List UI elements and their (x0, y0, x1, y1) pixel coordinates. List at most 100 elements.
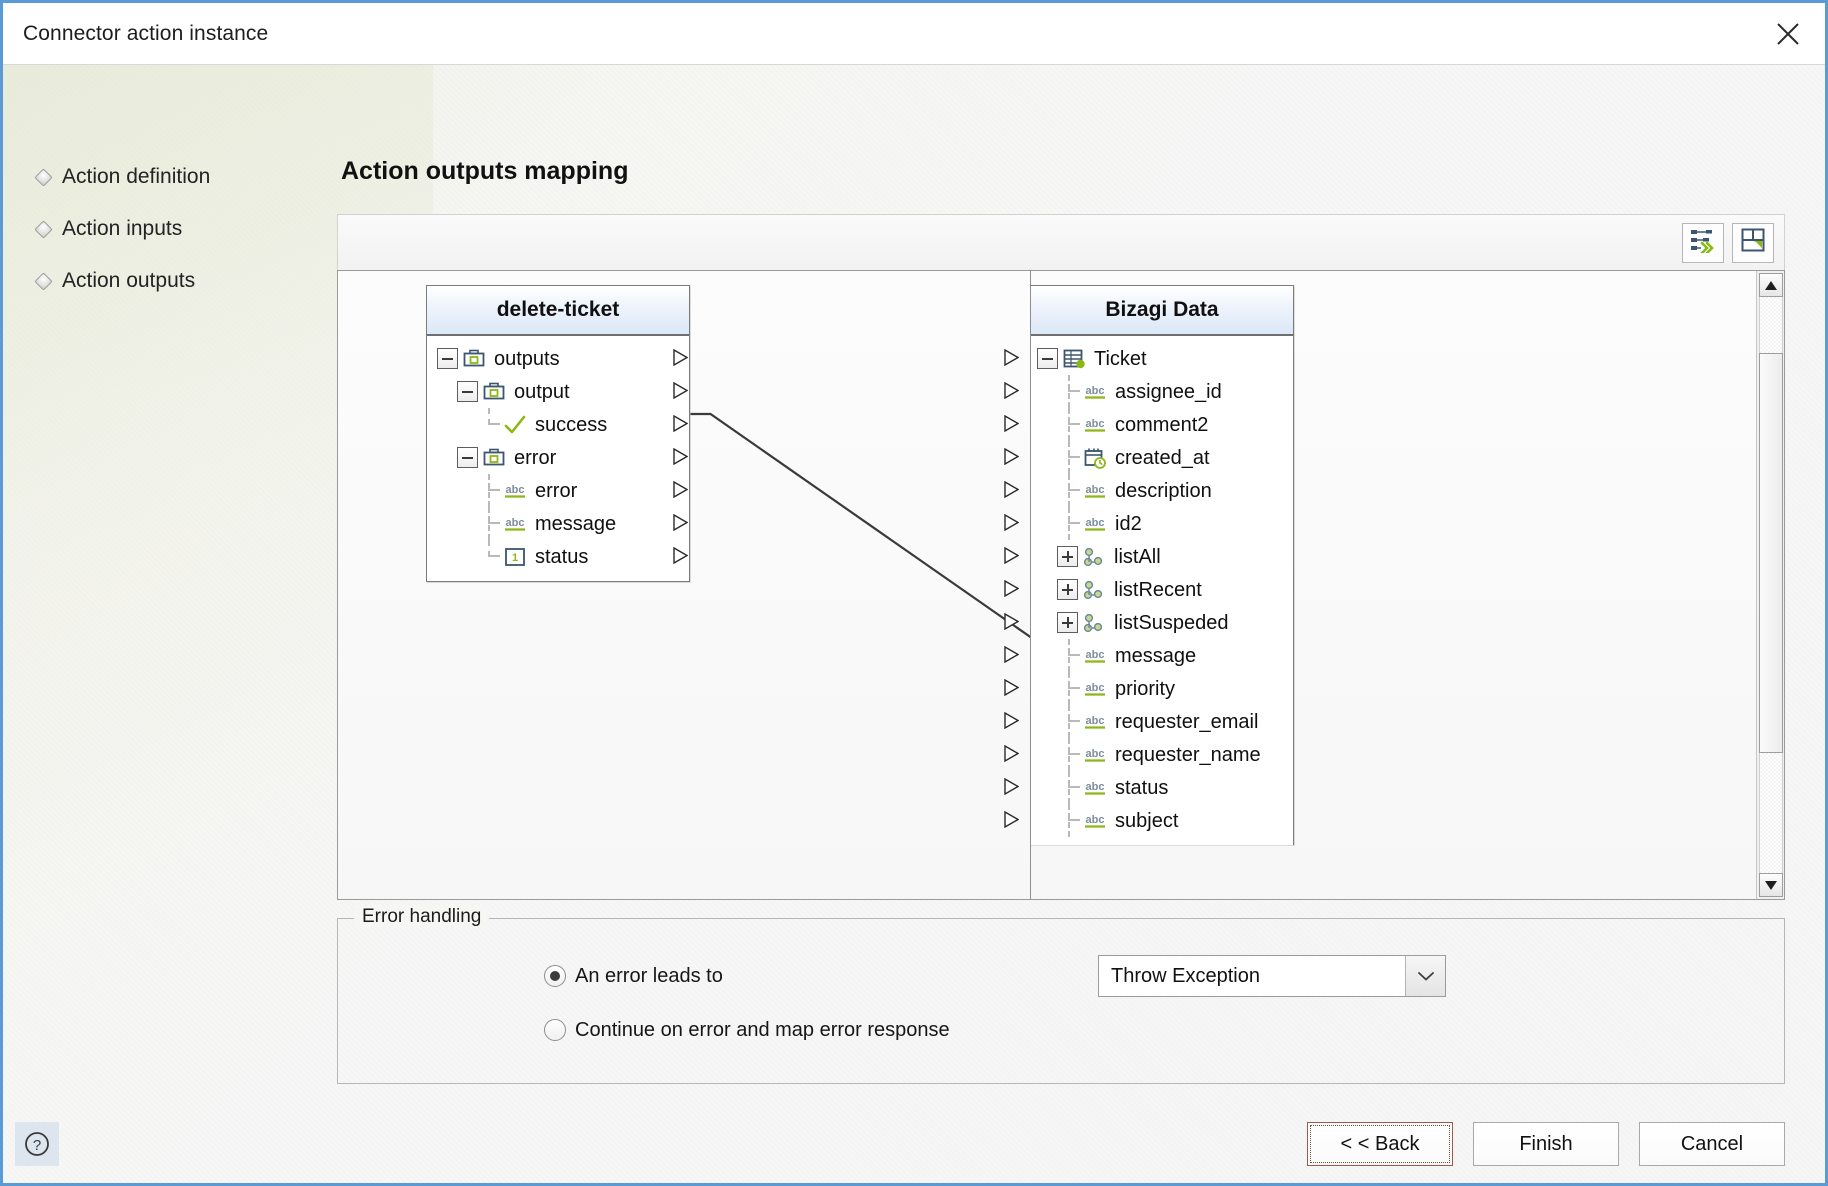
tree-node-label: Ticket (1094, 347, 1147, 370)
target-port-message[interactable] (1004, 646, 1021, 664)
tree-node-error[interactable]: abc error (427, 474, 689, 507)
source-port-success[interactable] (673, 415, 690, 433)
tree-node-requester-name[interactable]: abc requester_name (1031, 738, 1293, 771)
target-port-id2[interactable] (1004, 514, 1021, 532)
tree-node-label: output (514, 380, 570, 403)
source-port-outputs[interactable] (673, 349, 690, 367)
target-port-listrecent[interactable] (1004, 580, 1021, 598)
scroll-track-below[interactable] (1759, 753, 1783, 873)
sidebar-item-action-inputs[interactable]: Action inputs (34, 203, 337, 255)
collapse-icon[interactable] (1037, 348, 1058, 369)
source-tree-title: delete-ticket (427, 286, 689, 336)
help-icon[interactable]: ? (15, 1122, 59, 1166)
svg-text:abc: abc (1086, 781, 1105, 793)
target-port-listall[interactable] (1004, 547, 1021, 565)
bullet-icon (34, 219, 53, 239)
tree-node-requester-email[interactable]: abc requester_email (1031, 705, 1293, 738)
radio-error-leads-to-label[interactable]: An error leads to (575, 965, 723, 988)
source-port-error[interactable] (673, 481, 690, 499)
source-tree-nodes: outputs output success error abc error abc mess… (427, 336, 689, 581)
target-port-description[interactable] (1004, 481, 1021, 499)
dialog-footer: ? < < Back Finish Cancel (3, 1105, 1825, 1183)
svg-text:abc: abc (506, 484, 525, 496)
target-port-requester-email[interactable] (1004, 712, 1021, 730)
abc-icon: abc (1083, 810, 1107, 832)
scroll-thumb[interactable] (1759, 353, 1783, 753)
tree-node-status[interactable]: 1 status (427, 540, 689, 573)
expand-icon[interactable] (1057, 546, 1078, 567)
mapper-scrollbar[interactable] (1756, 271, 1784, 899)
tree-node-description[interactable]: abc description (1031, 474, 1293, 507)
target-port-comment2[interactable] (1004, 415, 1021, 433)
tree-node-ticket[interactable]: Ticket (1031, 342, 1293, 375)
back-button[interactable]: < < Back (1307, 1122, 1453, 1166)
target-port-status[interactable] (1004, 778, 1021, 796)
finish-button[interactable]: Finish (1473, 1122, 1619, 1166)
scroll-track-above[interactable] (1759, 297, 1783, 353)
dialog-window: Connector action instance Action definit… (0, 0, 1828, 1186)
tree-node-label: listRecent (1114, 578, 1202, 601)
scroll-up-button[interactable] (1759, 273, 1783, 297)
radio-continue-on-error[interactable] (544, 1019, 566, 1041)
tree-node-listall[interactable]: listAll (1031, 540, 1293, 573)
tree-node-label: requester_name (1115, 743, 1261, 766)
expand-icon[interactable] (1057, 579, 1078, 600)
abc-icon: abc (1083, 711, 1107, 733)
svg-text:abc: abc (1086, 385, 1105, 397)
bullet-icon (34, 271, 53, 291)
target-port-priority[interactable] (1004, 679, 1021, 697)
target-port-listsuspeded[interactable] (1004, 613, 1021, 631)
target-port-assignee-id[interactable] (1004, 382, 1021, 400)
tree-node-listrecent[interactable]: listRecent (1031, 573, 1293, 606)
source-port-error[interactable] (673, 448, 690, 466)
tree-guide (477, 507, 503, 540)
tree-node-label: outputs (494, 347, 560, 370)
tree-node-outputs[interactable]: outputs (427, 342, 689, 375)
title-bar: Connector action instance (3, 3, 1825, 65)
target-port-requester-name[interactable] (1004, 745, 1021, 763)
radio-error-leads-to[interactable] (544, 965, 566, 987)
sidebar-item-action-outputs[interactable]: Action outputs (34, 255, 337, 307)
tree-node-message[interactable]: abc message (1031, 639, 1293, 672)
close-icon[interactable] (1765, 13, 1811, 55)
cancel-button[interactable]: Cancel (1639, 1122, 1785, 1166)
tree-guide (1057, 639, 1083, 672)
source-port-message[interactable] (673, 514, 690, 532)
source-port-output[interactable] (673, 382, 690, 400)
scroll-down-button[interactable] (1759, 873, 1783, 897)
tree-node-label: comment2 (1115, 413, 1209, 436)
tree-node-assignee-id[interactable]: abc assignee_id (1031, 375, 1293, 408)
collapse-icon[interactable] (437, 348, 458, 369)
tree-node-success[interactable]: success (427, 408, 689, 441)
tree-node-listsuspeded[interactable]: listSuspeded (1031, 606, 1293, 639)
mapping-surface[interactable]: delete-ticket outputs output success error a… (338, 271, 1756, 899)
tree-node-label: error (514, 446, 557, 469)
collapse-icon[interactable] (457, 447, 478, 468)
tree-node-comment2[interactable]: abc comment2 (1031, 408, 1293, 441)
tree-node-output[interactable]: output (427, 375, 689, 408)
tree-node-label: listAll (1114, 545, 1161, 568)
tree-node-priority[interactable]: abc priority (1031, 672, 1293, 705)
target-port-created-at[interactable] (1004, 448, 1021, 466)
error-action-select[interactable]: Throw Exception (1098, 955, 1446, 997)
save-mapping-button[interactable] (1732, 222, 1774, 263)
tree-node-id2[interactable]: abc id2 (1031, 507, 1293, 540)
collapse-icon[interactable] (457, 381, 478, 402)
tree-node-error[interactable]: error (427, 441, 689, 474)
target-port-ticket[interactable] (1004, 349, 1021, 367)
expand-icon[interactable] (1057, 612, 1078, 633)
source-port-status[interactable] (673, 547, 690, 565)
tree-guide (1057, 672, 1083, 705)
wizard-navigation: Action definition Action inputs Action o… (34, 151, 337, 307)
mapper-toolbar (337, 214, 1785, 270)
tree-node-created-at[interactable]: created_at (1031, 441, 1293, 474)
radio-continue-on-error-label[interactable]: Continue on error and map error response (575, 1019, 950, 1042)
entity-icon (1062, 348, 1086, 370)
chevron-down-icon[interactable] (1405, 956, 1445, 996)
tree-node-status[interactable]: abc status (1031, 771, 1293, 804)
tree-node-message[interactable]: abc message (427, 507, 689, 540)
target-port-subject[interactable] (1004, 811, 1021, 829)
sidebar-item-action-definition[interactable]: Action definition (34, 151, 337, 203)
auto-map-button[interactable] (1682, 222, 1724, 263)
tree-node-subject[interactable]: abc subject (1031, 804, 1293, 837)
